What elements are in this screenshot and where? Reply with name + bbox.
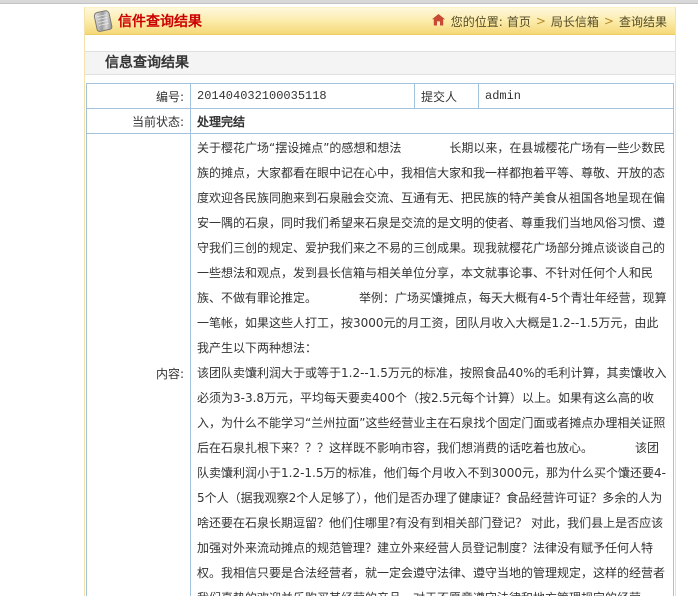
- breadcrumb-separator: >: [535, 14, 547, 28]
- number-label: 编号:: [87, 84, 191, 109]
- breadcrumb-item-mailbox[interactable]: 局长信箱: [551, 13, 599, 30]
- top-gray-strip: [0, 0, 698, 4]
- table-row-content: 内容: 关于樱花广场“摆设摊点”的感想和想法 长期以来，在县城樱花广场有一些少数…: [87, 134, 674, 596]
- breadcrumb-prefix: 您的位置:: [451, 13, 503, 30]
- content-label: 内容:: [87, 134, 191, 596]
- table-row-status: 当前状态: 处理完结: [87, 109, 674, 134]
- spacer: [85, 75, 675, 83]
- home-icon: [432, 14, 445, 29]
- page-title: 信件查询结果: [118, 11, 202, 31]
- breadcrumb: 您的位置: 首页 > 局长信箱 > 查询结果: [432, 13, 667, 30]
- submitter-label: 提交人: [415, 84, 479, 109]
- spacer: [85, 35, 675, 51]
- page-header: 信件查询结果 您的位置: 首页 > 局长信箱 > 查询结果: [85, 7, 675, 35]
- letter-scroll-icon: [93, 10, 113, 33]
- submitter-value: admin: [479, 84, 674, 109]
- header-title-group: 信件查询结果: [95, 11, 202, 31]
- breadcrumb-separator: >: [603, 14, 615, 28]
- query-result-table: 编号: 201404032100035118 提交人 admin 当前状态: 处…: [86, 83, 674, 596]
- status-value: 处理完结: [191, 109, 674, 134]
- number-value: 201404032100035118: [191, 84, 415, 109]
- breadcrumb-item-home[interactable]: 首页: [507, 13, 531, 30]
- section-title: 信息查询结果: [85, 51, 675, 75]
- status-label: 当前状态:: [87, 109, 191, 134]
- breadcrumb-item-query-result[interactable]: 查询结果: [619, 13, 667, 30]
- table-row-number: 编号: 201404032100035118 提交人 admin: [87, 84, 674, 109]
- page-container: 信件查询结果 您的位置: 首页 > 局长信箱 > 查询结果 信息查询结果 编号:…: [84, 7, 676, 596]
- content-value: 关于樱花广场“摆设摊点”的感想和想法 长期以来，在县城樱花广场有一些少数民族的摊…: [191, 134, 674, 596]
